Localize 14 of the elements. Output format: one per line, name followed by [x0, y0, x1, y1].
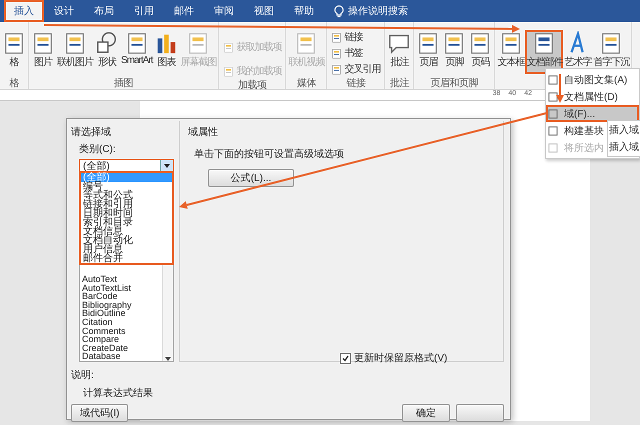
section-title: 域属性	[188, 126, 219, 139]
group-label: 页眉和页脚	[430, 76, 480, 89]
group-label: 插图	[113, 77, 134, 89]
group-label: 格	[8, 76, 20, 89]
group-label: 链接	[345, 76, 367, 89]
description-text: 计算表达式结果	[83, 386, 154, 400]
section-title: 请选择域	[71, 126, 112, 139]
group-label: 媒体	[296, 77, 317, 89]
group-label: 加载项	[237, 78, 268, 91]
description-label: 说明:	[71, 369, 95, 382]
field-label: 类别(C):	[79, 142, 117, 156]
group-label: 批注	[388, 76, 410, 89]
checkbox-label: 更新时保留原格式(V)	[354, 352, 448, 365]
hint-text: 单击下面的按钮可设置高级域选项	[194, 148, 345, 161]
